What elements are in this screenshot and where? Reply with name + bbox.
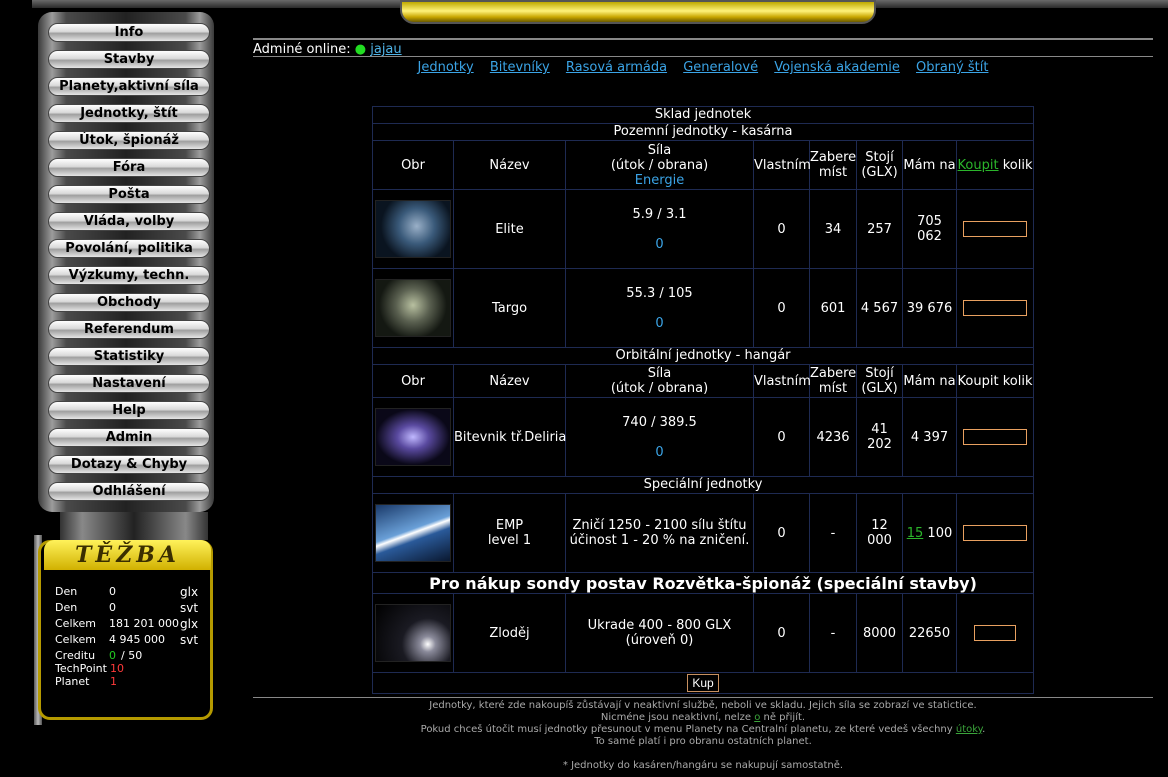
table-row: Targo 55.3 / 105 0 0 601 4 567 39 676 [372,268,1035,348]
section-special: Speciální jednotky [371,476,1035,494]
table-header: Obr Název Síla (útok / obrana) Vlastním Z… [372,364,1035,398]
menu-info[interactable]: Info [48,23,210,42]
tezba-title: TĚŽBA [44,540,211,570]
qty-input-elite[interactable] [963,220,1028,237]
footer-notes: Jednotky, které zde nakoupíš zůstávají v… [420,700,986,771]
online-dot-icon: ● [354,42,367,57]
menu-obchody[interactable]: Obchody [48,293,210,312]
nav-rasova-armada[interactable]: Rasová armáda [566,60,667,75]
qty-input-zlodej[interactable] [974,624,1017,641]
footer-link-utoky[interactable]: útoky [956,724,982,735]
menu-nastaveni[interactable]: Nastavení [48,374,210,393]
qty-input-bitevnik[interactable] [963,428,1028,445]
emp-have-link[interactable]: 15 [907,526,924,541]
unit-name: EMP [495,518,524,533]
probe-notice: Pro nákup sondy postav Rozvětka-špionáž … [371,572,1035,594]
col-own: Vlastním [753,140,811,190]
unit-image-bitevnik [375,408,451,466]
buy-header-link[interactable]: Koupit [958,158,999,173]
menu-utok[interactable]: Útok, špionáž [48,131,210,150]
table-row: EMP level 1 Zničí 1250 - 2100 sílu štítu ú… [372,493,1035,573]
menu-vlada[interactable]: Vláda, volby [48,212,210,231]
menu-stavby[interactable]: Stavby [48,50,210,69]
techpoint-value: 10 [110,662,124,675]
menu-jednotky[interactable]: Jednotky, štít [48,104,210,123]
credit-value: 0 [109,649,116,662]
menu-vyzkumy[interactable]: Výzkumy, techn. [48,266,210,285]
unit-image-elite [375,200,451,258]
menu-admin[interactable]: Admin [48,428,210,447]
admin-link[interactable]: jajau [370,42,401,57]
table-title: Sklad jednotek [371,106,1035,124]
menu-statistiky[interactable]: Statistiky [48,347,210,366]
unit-image-emp [375,504,451,562]
menu-connector [60,512,208,540]
menu-planety[interactable]: Planety,aktivní síla [48,77,210,96]
unit-name: Elite [453,189,566,269]
divider-bottom [253,697,1153,698]
nav-bitevniky[interactable]: Bitevníky [490,60,550,75]
admins-online: Adminé online: ● jajau [253,42,402,57]
col-have: Mám na [902,140,957,190]
unit-subnav: Jednotky Bitevníky Rasová armáda General… [253,60,1153,75]
section-orbital: Orbitální jednotky - hangár [371,347,1035,365]
divider-top [253,38,1153,40]
menu-fora[interactable]: Fóra [48,158,210,177]
section-ground: Pozemní jednotky - kasárna [371,123,1035,141]
buy-button[interactable]: Kup [687,674,719,692]
unit-image-targo [375,279,451,337]
unit-name: Zloděj [453,593,566,673]
unit-name: Bitevnik tř.Deliria [453,397,566,477]
nav-obrany-stit[interactable]: Obraný štít [916,60,988,75]
planet-value: 1 [110,675,117,688]
menu-referendum[interactable]: Referendum [48,320,210,339]
nav-generalove[interactable]: Generalové [683,60,758,75]
divider-admins [253,56,1153,57]
unit-name: Targo [453,268,566,348]
col-img: Obr [372,140,454,190]
table-row: Elite 5.9 / 3.1 0 0 34 257 705 062 [372,189,1035,269]
qty-input-emp[interactable] [963,524,1028,541]
menu-posta[interactable]: Pošta [48,185,210,204]
table-row: Zloděj Ukrade 400 - 800 GLX (úroveň 0) 0 … [372,593,1035,673]
col-cost: Stojí (GLX) [856,140,903,190]
table-header: Obr Název Síla (útok / obrana) Energie V… [372,140,1035,190]
menu-odhlaseni[interactable]: Odhlášení [48,482,210,501]
menu-dotazy[interactable]: Dotazy & Chyby [48,455,210,474]
nav-jednotky[interactable]: Jednotky [418,60,474,75]
unit-image-zlodej [375,604,451,662]
top-ornament [400,0,876,24]
col-name: Název [453,140,566,190]
units-table: Sklad jednotek Pozemní jednotky - kasárn… [371,106,1035,694]
col-space: Zabere míst [809,140,857,190]
menu-povolani[interactable]: Povolání, politika [48,239,210,258]
qty-input-targo[interactable] [963,299,1028,316]
menu-help[interactable]: Help [48,401,210,420]
col-buy: Koupit kolik [955,140,1035,190]
table-row: Bitevnik tř.Deliria 740 / 389.5 0 0 4236 … [372,397,1035,477]
col-power: Síla (útok / obrana) Energie [565,140,754,190]
nav-vojenska-akademie[interactable]: Vojenská akademie [774,60,900,75]
